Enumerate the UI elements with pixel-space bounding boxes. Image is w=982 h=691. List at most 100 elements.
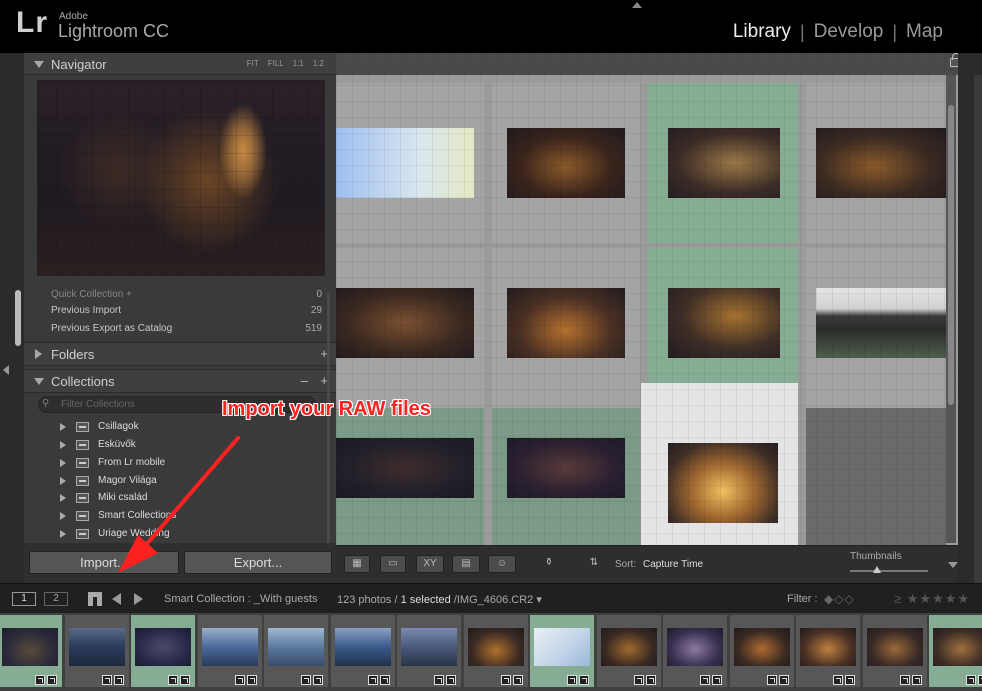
collections-scrollbar[interactable] bbox=[327, 293, 330, 573]
filmstrip-thumbnail[interactable] bbox=[0, 615, 62, 687]
navigator-header[interactable]: Navigator FIT FILL 1:1 1:2 bbox=[24, 53, 336, 75]
develop-badge-icon[interactable] bbox=[911, 675, 922, 685]
catalog-previous-export[interactable]: Previous Export as Catalog 519 bbox=[51, 323, 322, 339]
develop-badge-icon[interactable] bbox=[379, 675, 390, 685]
left-panel-scrollbar[interactable] bbox=[15, 290, 21, 346]
sort-direction-icon[interactable]: ⇅ bbox=[580, 555, 608, 573]
develop-badge-icon[interactable] bbox=[47, 675, 57, 685]
compare-view-icon[interactable]: XY bbox=[416, 555, 444, 573]
filmstrip-thumbnail[interactable] bbox=[397, 615, 461, 687]
grid-cell[interactable] bbox=[492, 248, 640, 408]
metadata-badge-icon[interactable] bbox=[35, 675, 45, 685]
metadata-badge-icon[interactable] bbox=[301, 675, 311, 685]
collections-header[interactable]: Collections – + bbox=[24, 369, 336, 393]
develop-badge-icon[interactable] bbox=[778, 675, 789, 685]
grid-scrollbar[interactable] bbox=[946, 75, 956, 543]
painter-icon[interactable]: ⚱ bbox=[540, 555, 558, 573]
develop-badge-icon[interactable] bbox=[180, 675, 190, 685]
grid-cell[interactable] bbox=[336, 83, 484, 243]
filmstrip-thumbnail[interactable] bbox=[64, 615, 129, 687]
develop-badge-icon[interactable] bbox=[645, 675, 656, 685]
develop-badge-icon[interactable] bbox=[246, 675, 257, 685]
metadata-badge-icon[interactable] bbox=[700, 675, 710, 685]
filmstrip-thumbnail[interactable] bbox=[663, 615, 727, 687]
develop-badge-icon[interactable] bbox=[113, 675, 124, 685]
toolbar-options-icon[interactable] bbox=[948, 562, 958, 568]
grid-scrollbar-thumb[interactable] bbox=[948, 105, 954, 405]
filmstrip-thumbnail[interactable] bbox=[530, 615, 594, 687]
grid-icon[interactable] bbox=[88, 592, 102, 606]
metadata-badge-icon[interactable] bbox=[899, 675, 910, 685]
zoom-1-1[interactable]: 1:1 bbox=[293, 59, 304, 68]
grid-view-icon[interactable]: ▦ bbox=[344, 555, 370, 573]
loupe-view-icon[interactable]: ▭ bbox=[380, 555, 406, 573]
module-develop[interactable]: Develop bbox=[805, 21, 893, 43]
catalog-quick-collection[interactable]: Quick Collection + 0 bbox=[51, 289, 322, 305]
expand-icon[interactable] bbox=[60, 494, 66, 502]
metadata-badge-icon[interactable] bbox=[833, 675, 843, 685]
survey-view-icon[interactable]: ▤ bbox=[452, 555, 480, 573]
navigator-disclosure-icon[interactable] bbox=[34, 61, 44, 68]
metadata-badge-icon[interactable] bbox=[966, 675, 976, 685]
metadata-badge-icon[interactable] bbox=[500, 675, 511, 685]
filmstrip-thumbnail[interactable] bbox=[929, 615, 982, 687]
develop-badge-icon[interactable] bbox=[512, 675, 523, 685]
right-panel-strip[interactable] bbox=[974, 75, 982, 595]
remove-collection-icon[interactable]: – bbox=[301, 373, 308, 388]
expand-icon[interactable] bbox=[60, 512, 66, 520]
grid-cell[interactable] bbox=[336, 248, 484, 408]
metadata-badge-icon[interactable] bbox=[367, 675, 378, 685]
filmstrip-thumbnail[interactable] bbox=[596, 615, 661, 687]
sort-select[interactable]: Capture Time bbox=[643, 559, 703, 570]
filmstrip-thumbnail[interactable] bbox=[264, 615, 328, 687]
expand-icon[interactable] bbox=[60, 530, 66, 538]
rating-filter[interactable]: ≥ ★★★★★ bbox=[894, 591, 970, 607]
navigator-preview[interactable] bbox=[37, 80, 325, 276]
grid-cell[interactable] bbox=[806, 248, 946, 408]
grid-cell[interactable] bbox=[492, 83, 640, 243]
collapse-top-panel-icon[interactable] bbox=[632, 2, 642, 8]
collapse-left-panel-icon[interactable] bbox=[3, 365, 9, 375]
folders-header[interactable]: Folders + bbox=[24, 342, 336, 366]
grid-cell[interactable] bbox=[806, 83, 946, 243]
filmstrip-thumbnail[interactable] bbox=[796, 615, 860, 687]
grid-cell-selected[interactable] bbox=[648, 83, 798, 243]
secondary-window-button[interactable]: 2 bbox=[44, 592, 68, 606]
expand-icon[interactable] bbox=[60, 477, 66, 485]
metadata-badge-icon[interactable] bbox=[168, 675, 178, 685]
metadata-badge-icon[interactable] bbox=[101, 675, 112, 685]
metadata-badge-icon[interactable] bbox=[766, 675, 777, 685]
people-view-icon[interactable]: ☺ bbox=[488, 555, 516, 573]
flag-filter[interactable]: ◆◇◇ bbox=[824, 592, 855, 606]
develop-badge-icon[interactable] bbox=[712, 675, 722, 685]
metadata-badge-icon[interactable] bbox=[567, 675, 577, 685]
develop-badge-icon[interactable] bbox=[446, 675, 456, 685]
module-map[interactable]: Map bbox=[897, 21, 952, 43]
filmstrip-count[interactable]: 123 photos / 1 selected /IMG_4606.CR2 ▾ bbox=[337, 593, 542, 606]
metadata-badge-icon[interactable] bbox=[434, 675, 444, 685]
filmstrip-thumbnail[interactable] bbox=[862, 615, 927, 687]
grid-cell-selected[interactable] bbox=[641, 383, 798, 545]
thumbnail-size-knob[interactable] bbox=[873, 566, 882, 573]
folders-disclosure-icon[interactable] bbox=[35, 349, 42, 359]
expand-icon[interactable] bbox=[60, 459, 66, 467]
develop-badge-icon[interactable] bbox=[313, 675, 323, 685]
zoom-1-2[interactable]: 1:2 bbox=[313, 59, 324, 68]
filmstrip-thumbnail[interactable] bbox=[729, 615, 794, 687]
filmstrip-thumbnail[interactable] bbox=[131, 615, 195, 687]
import-button[interactable]: Import... bbox=[29, 551, 179, 574]
module-library[interactable]: Library bbox=[724, 21, 800, 43]
forward-arrow-icon[interactable] bbox=[134, 593, 143, 605]
export-button[interactable]: Export... bbox=[184, 551, 332, 574]
filmstrip-thumbnail[interactable] bbox=[463, 615, 528, 687]
develop-badge-icon[interactable] bbox=[579, 675, 589, 685]
thumbnail-size-slider[interactable] bbox=[850, 570, 928, 572]
grid-cell[interactable] bbox=[336, 408, 484, 545]
zoom-fill[interactable]: FILL bbox=[268, 59, 284, 68]
back-arrow-icon[interactable] bbox=[112, 593, 121, 605]
grid-cell[interactable] bbox=[492, 408, 640, 545]
develop-badge-icon[interactable] bbox=[845, 675, 855, 685]
grid-cell[interactable] bbox=[806, 408, 946, 545]
filmstrip-thumbnail[interactable] bbox=[197, 615, 262, 687]
zoom-fit[interactable]: FIT bbox=[247, 59, 259, 68]
